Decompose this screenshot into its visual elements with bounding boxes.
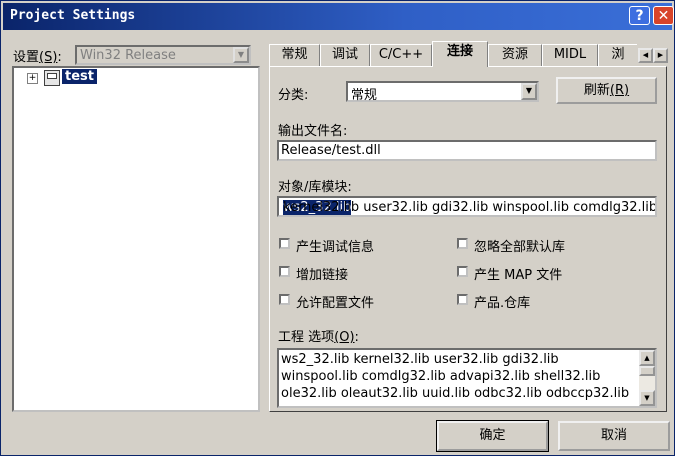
project-icon bbox=[44, 70, 60, 86]
window-title: Project Settings bbox=[10, 8, 136, 23]
output-filename-label: 输出文件名: bbox=[278, 124, 348, 139]
refresh-button[interactable]: 刷新(R) bbox=[556, 77, 657, 104]
tab-browse[interactable]: 浏 bbox=[598, 44, 637, 66]
modules-input[interactable]: ws2_32.lib kernel32.lib user32.lib gdi32… bbox=[277, 196, 657, 217]
scroll-down-button[interactable]: ▼ bbox=[639, 390, 655, 406]
help-icon: ? bbox=[635, 8, 644, 24]
tab-midl[interactable]: MIDL bbox=[542, 44, 598, 66]
tab-scroll-left-button[interactable]: ◀ bbox=[638, 48, 653, 63]
tab-debug[interactable]: 调试 bbox=[320, 44, 370, 66]
title-bar[interactable]: Project Settings ? ✕ bbox=[3, 3, 674, 30]
options-line: ws2_32.lib kernel32.lib user32.lib gdi32… bbox=[281, 352, 559, 367]
cancel-button[interactable]: 取消 bbox=[558, 421, 670, 451]
project-options-label: 工程 选项(O): bbox=[278, 330, 359, 345]
project-settings-dialog: Project Settings ? ✕ 设置(S): Win32 Releas… bbox=[0, 0, 675, 456]
category-label: 分类: bbox=[278, 88, 309, 103]
settings-label: 设置(S): bbox=[13, 50, 62, 65]
options-line: winspool.lib comdlg32.lib advapi32.lib s… bbox=[281, 369, 601, 384]
arrow-right-icon: ▶ bbox=[657, 51, 664, 59]
category-select[interactable]: 常规 ▼ bbox=[346, 81, 539, 103]
scroll-up-button[interactable]: ▲ bbox=[639, 350, 655, 366]
arrow-down-icon: ▼ bbox=[644, 394, 650, 402]
tree-item-test[interactable]: test bbox=[62, 69, 97, 84]
close-button[interactable]: ✕ bbox=[653, 6, 674, 25]
options-line: ole32.lib oleaut32.lib uuid.lib odbc32.l… bbox=[281, 386, 630, 401]
ok-button[interactable]: 确定 bbox=[436, 420, 549, 452]
project-tree[interactable]: + test bbox=[12, 66, 260, 412]
tab-scroll-right-button[interactable]: ▶ bbox=[653, 48, 668, 63]
output-filename-value: Release/test.dll bbox=[281, 143, 381, 158]
tab-general[interactable]: 常规 bbox=[269, 44, 320, 66]
arrow-left-icon: ◀ bbox=[642, 51, 649, 59]
help-button[interactable]: ? bbox=[629, 6, 650, 25]
arrow-up-icon: ▲ bbox=[644, 354, 650, 362]
category-value: 常规 bbox=[351, 88, 378, 103]
close-icon: ✕ bbox=[657, 8, 670, 24]
modules-label: 对象/库模块: bbox=[278, 180, 352, 195]
tab-cpp[interactable]: C/C++ bbox=[370, 44, 432, 66]
configuration-select[interactable]: Win32 Release ▼ bbox=[75, 45, 251, 65]
project-options-textarea[interactable]: ws2_32.lib kernel32.lib user32.lib gdi32… bbox=[277, 348, 657, 408]
scroll-thumb[interactable] bbox=[639, 366, 655, 376]
output-filename-input[interactable]: Release/test.dll bbox=[277, 140, 657, 161]
options-scrollbar[interactable]: ▲ ▼ bbox=[639, 350, 655, 406]
settings-tabs: 常规 调试 C/C++ 连接 资源 MIDL 浏 bbox=[269, 41, 637, 67]
tree-expand-icon[interactable]: + bbox=[27, 73, 38, 84]
tab-resources[interactable]: 资源 bbox=[488, 44, 542, 66]
chevron-down-icon: ▼ bbox=[233, 47, 249, 63]
configuration-value: Win32 Release bbox=[80, 48, 176, 63]
chevron-down-icon: ▼ bbox=[521, 83, 537, 100]
tab-link[interactable]: 连接 bbox=[432, 41, 488, 67]
